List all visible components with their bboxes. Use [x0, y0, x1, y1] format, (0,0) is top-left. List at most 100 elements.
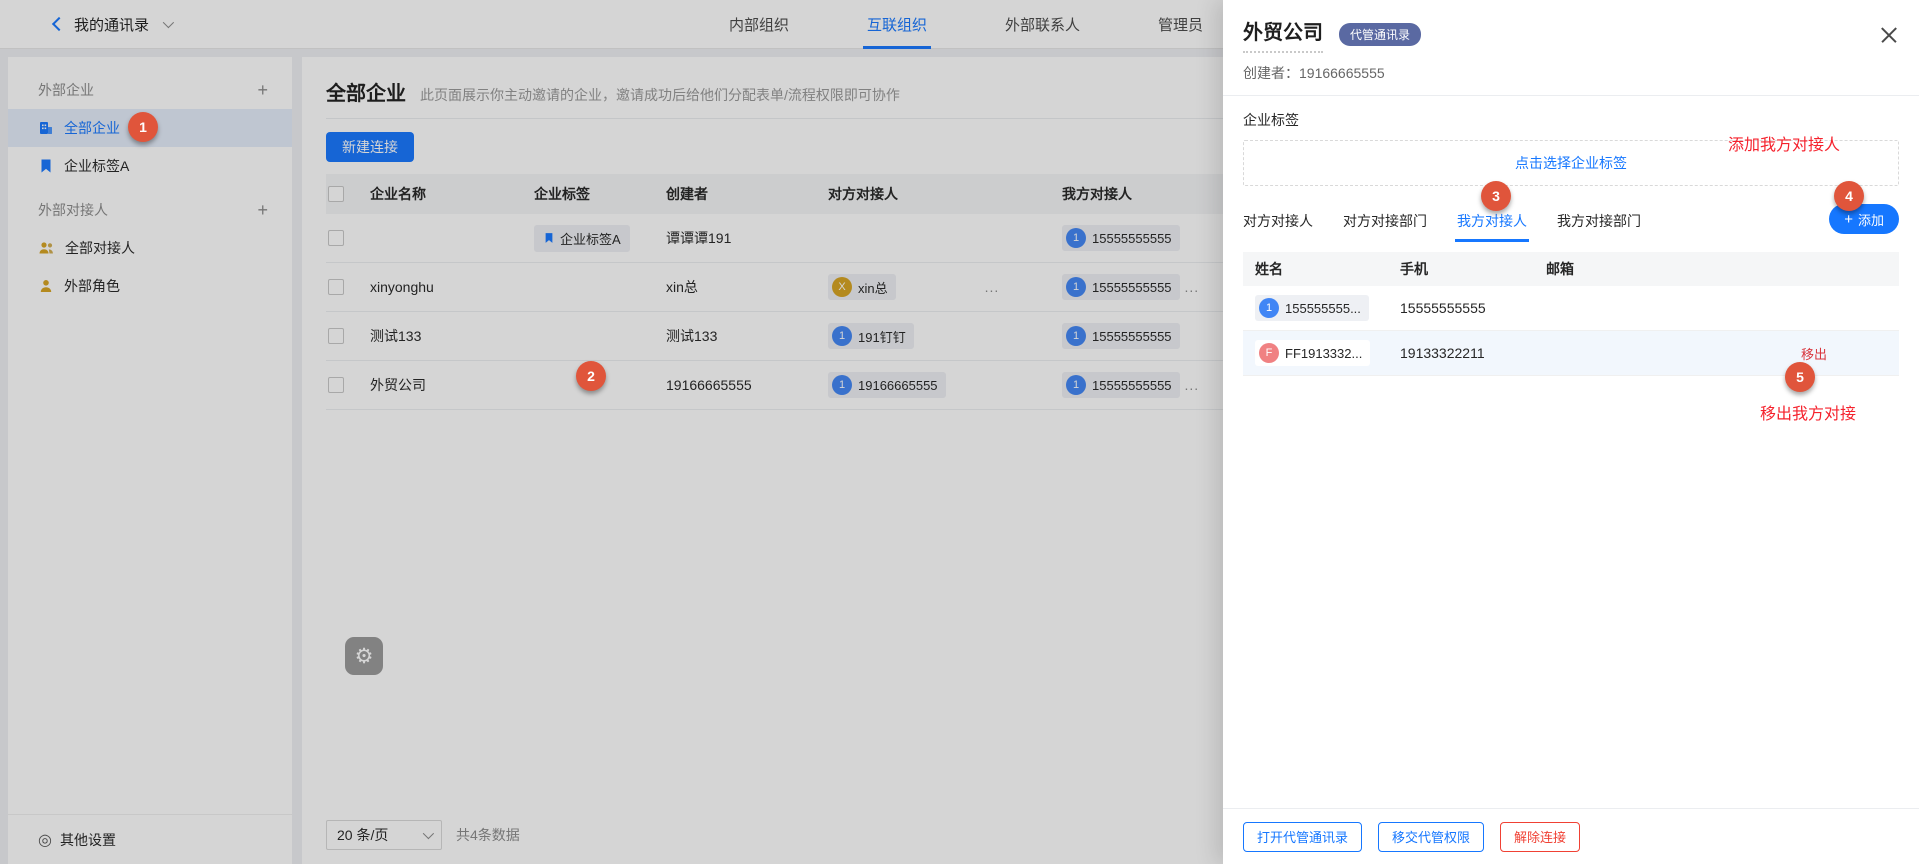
- contact-name: 155555555...: [1285, 301, 1361, 316]
- column-header: 企业名称: [370, 184, 534, 204]
- creator-cell: xin总: [666, 277, 828, 297]
- avatar: 1: [1259, 298, 1279, 318]
- building-icon: [38, 120, 54, 136]
- sidebar-item-external-roles[interactable]: 外部角色: [8, 267, 292, 305]
- chevron-down-icon: [163, 17, 174, 28]
- enterprise-tag-chip[interactable]: 企业标签A: [534, 225, 630, 252]
- remove-contact-link[interactable]: 移出: [1729, 344, 1899, 363]
- more-indicator: ...: [1185, 279, 1200, 295]
- tag-label: 企业标签A: [560, 229, 621, 248]
- enterprise-tag-label: 企业标签: [1243, 110, 1899, 130]
- contact-label: 191钉钉: [858, 327, 906, 346]
- total-count: 共4条数据: [456, 825, 520, 845]
- avatar: X: [832, 277, 852, 297]
- tab-external-contacts[interactable]: 外部联系人: [1001, 0, 1084, 49]
- group-label: 外部对接人: [38, 200, 108, 220]
- column-header: 对方对接人: [828, 184, 1062, 204]
- creator-cell: 谭谭谭191: [666, 228, 828, 248]
- row-checkbox[interactable]: [328, 279, 344, 295]
- tab-partner-departments[interactable]: 对方对接部门: [1343, 200, 1427, 242]
- contact-label: 15555555555: [1092, 280, 1172, 295]
- contact-chip[interactable]: 1 15555555555: [1062, 372, 1180, 398]
- partner-contacts-cell: 1 191钉钉: [828, 319, 1062, 353]
- plus-icon[interactable]: +: [257, 81, 268, 99]
- contact-chip[interactable]: 1 155555555...: [1255, 295, 1369, 321]
- redacted-enterprise-name: [370, 223, 466, 253]
- annotation-step-4: 4: [1834, 181, 1864, 211]
- plus-icon[interactable]: +: [257, 201, 268, 219]
- row-checkbox[interactable]: [328, 230, 344, 246]
- contact-chip[interactable]: X xin总: [828, 274, 896, 300]
- avatar: 1: [1066, 228, 1086, 248]
- open-managed-addressbook-button[interactable]: 打开代管通讯录: [1243, 822, 1362, 852]
- contact-label: 15555555555: [1092, 329, 1172, 344]
- add-contact-button[interactable]: + 添加: [1829, 204, 1899, 234]
- contact-label: xin总: [858, 278, 888, 297]
- sidebar-item-other-settings[interactable]: ◎ 其他设置: [8, 814, 292, 864]
- sidebar-item-label: 其他设置: [60, 830, 116, 850]
- sidebar-item-label: 全部企业: [64, 118, 120, 138]
- page-size-value: 20 条/页: [337, 825, 388, 845]
- contact-chip[interactable]: 1 15555555555: [1062, 274, 1180, 300]
- sidebar-group-external-enterprise: 外部企业 +: [8, 71, 292, 109]
- column-header: 创建者: [666, 184, 828, 204]
- sidebar-item-enterprise-tag-a[interactable]: 企业标签A: [8, 147, 292, 185]
- more-indicator: ...: [1185, 377, 1200, 393]
- select-tag-link[interactable]: 点击选择企业标签: [1515, 153, 1627, 173]
- role-icon: [38, 278, 54, 294]
- column-header: 手机: [1400, 259, 1546, 279]
- contact-chip[interactable]: 1 19166665555: [828, 372, 946, 398]
- tab-internal-org[interactable]: 内部组织: [725, 0, 793, 49]
- row-checkbox[interactable]: [328, 328, 344, 344]
- settings-icon: ◎: [38, 830, 52, 850]
- contact-chip[interactable]: 1 15555555555: [1062, 225, 1180, 251]
- tab-admin[interactable]: 管理员: [1154, 0, 1207, 49]
- avatar: F: [1259, 343, 1279, 363]
- transfer-managed-permission-button[interactable]: 移交代管权限: [1378, 822, 1484, 852]
- drawer-tabs: 对方对接人 对方对接部门 我方对接人 我方对接部门 + 添加: [1223, 200, 1919, 242]
- enterprise-name-cell[interactable]: 测试133: [370, 326, 534, 346]
- annotation-step-5: 5: [1785, 362, 1815, 392]
- table-header: 姓名 手机 邮箱: [1243, 252, 1899, 286]
- managed-addressbook-badge: 代管通讯录: [1339, 23, 1421, 46]
- more-indicator: ...: [985, 279, 1000, 295]
- close-icon[interactable]: [1879, 25, 1899, 45]
- tab-partner-contacts[interactable]: 对方对接人: [1243, 200, 1313, 242]
- contact-phone: 19133322211: [1400, 345, 1546, 361]
- contacts-table: 姓名 手机 邮箱 1 155555555... 15555555555 F FF…: [1243, 252, 1899, 376]
- select-all-checkbox[interactable]: [328, 186, 344, 202]
- annotation-step-2: 2: [576, 361, 606, 391]
- contact-chip[interactable]: 1 191钉钉: [828, 323, 914, 349]
- drawer-footer: 打开代管通讯录 移交代管权限 解除连接: [1223, 808, 1919, 864]
- column-header: 邮箱: [1546, 259, 1729, 279]
- settings-fab[interactable]: ⚙: [345, 637, 383, 675]
- annotation-remove-contact-label: 移出我方对接: [1760, 400, 1856, 424]
- tab-connected-org[interactable]: 互联组织: [863, 0, 931, 49]
- contact-label: 15555555555: [1092, 378, 1172, 393]
- drawer-creator-line: 创建者：19166665555: [1243, 63, 1899, 83]
- enterprise-name-cell[interactable]: 外贸公司: [370, 375, 534, 395]
- bookmark-icon: [38, 158, 54, 174]
- contact-row: 1 155555555... 15555555555: [1243, 286, 1899, 331]
- creator-cell: 19166665555: [666, 377, 828, 393]
- contact-chip[interactable]: F FF1913332...: [1255, 340, 1370, 366]
- enterprise-name-cell[interactable]: xinyonghu: [370, 279, 534, 295]
- creator-cell: 测试133: [666, 326, 828, 346]
- gear-icon: ⚙: [355, 644, 374, 669]
- contact-label: 19166665555: [858, 378, 938, 393]
- tab-my-departments[interactable]: 我方对接部门: [1557, 200, 1641, 242]
- page-size-select[interactable]: 20 条/页: [326, 820, 442, 850]
- disconnect-button[interactable]: 解除连接: [1500, 822, 1580, 852]
- contact-name: FF1913332...: [1285, 346, 1362, 361]
- group-label: 外部企业: [38, 80, 94, 100]
- redacted-contact: [902, 270, 980, 304]
- row-checkbox[interactable]: [328, 377, 344, 393]
- column-header: 姓名: [1255, 259, 1400, 279]
- back-button[interactable]: 我的通讯录: [54, 14, 171, 35]
- new-connection-button[interactable]: 新建连接: [326, 132, 414, 162]
- partner-contacts-cell: X xin总 ...: [828, 270, 1062, 304]
- top-tabs: 内部组织 互联组织 外部联系人 管理员: [725, 0, 1207, 49]
- sidebar-item-all-contacts[interactable]: 全部对接人: [8, 229, 292, 267]
- drawer-title: 外贸公司: [1243, 16, 1323, 53]
- contact-chip[interactable]: 1 15555555555: [1062, 323, 1180, 349]
